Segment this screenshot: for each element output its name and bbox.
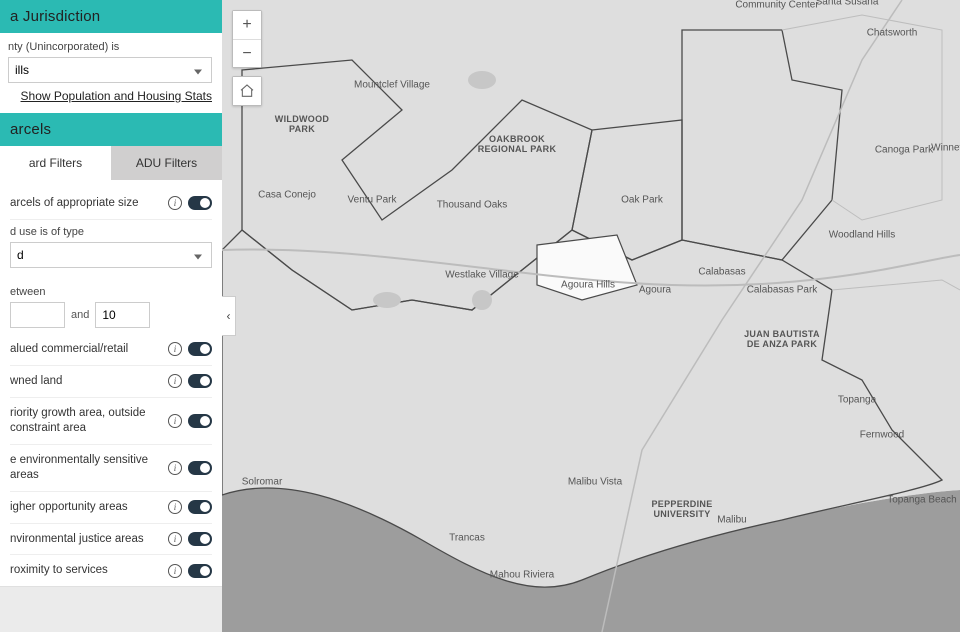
map-label: Thousand Oaks — [437, 200, 508, 211]
map-label: Canoga Park — [875, 145, 933, 156]
parcels-header: arcels — [0, 113, 222, 146]
jurisdiction-label: nty (Unincorporated) is — [8, 41, 212, 53]
toggle-6[interactable] — [188, 564, 212, 578]
map-label: Woodland Hills — [829, 230, 896, 241]
filter-acreage: etween and — [10, 280, 212, 328]
toggle-2[interactable] — [188, 414, 212, 428]
toggle-4[interactable] — [188, 500, 212, 514]
info-icon[interactable]: i — [168, 374, 182, 388]
toggle-0[interactable] — [188, 342, 212, 356]
filter-row-3: e environmentally sensitive areasi — [10, 444, 212, 491]
jurisdiction-header: a Jurisdiction — [0, 0, 222, 33]
map-label: Agoura Hills — [561, 280, 615, 291]
jurisdiction-body: nty (Unincorporated) is ills Show Popula… — [0, 33, 222, 113]
map-label: Calabasas — [698, 267, 745, 278]
filter-label: e environmentally sensitive areas — [10, 453, 168, 483]
map-label: JUAN BAUTISTA DE ANZA PARK — [742, 330, 822, 350]
filter-label: igher opportunity areas — [10, 500, 168, 515]
filter-appropriate-size: arcels of appropriate size i — [10, 188, 212, 219]
toggle-appropriate-size[interactable] — [188, 196, 212, 210]
acreage-label: etween — [10, 286, 212, 298]
info-icon[interactable]: i — [168, 461, 182, 475]
toggle-5[interactable] — [188, 532, 212, 546]
map-label: Malibu Vista — [568, 477, 622, 488]
acre-min-input[interactable] — [10, 302, 65, 328]
map-label: Mahou Riviera — [490, 570, 554, 581]
filter-label: arcels of appropriate size — [10, 196, 168, 211]
toggle-3[interactable] — [188, 461, 212, 475]
map-label: Mountclef Village — [354, 80, 430, 91]
info-icon[interactable]: i — [168, 532, 182, 546]
filter-row-1: wned landi — [10, 365, 212, 397]
filter-label: nvironmental justice areas — [10, 532, 168, 547]
home-button-group — [232, 76, 262, 106]
info-icon[interactable]: i — [168, 342, 182, 356]
zoom-out-button[interactable]: − — [233, 39, 261, 67]
map-label: Community Center — [735, 0, 818, 11]
map-label: Ventu Park — [348, 195, 397, 206]
home-button[interactable] — [233, 77, 261, 105]
map-area[interactable]: Mountclef Village WILDWOOD PARK Casa Conej… — [222, 0, 960, 632]
map-label: PEPPERDINE UNIVERSITY — [642, 500, 722, 520]
map-label: WILDWOOD PARK — [262, 115, 342, 135]
map-controls: + − — [232, 10, 262, 106]
map-label: OAKBROOK REGIONAL PARK — [477, 135, 557, 155]
filters-body: arcels of appropriate size i d use is of… — [0, 180, 222, 632]
info-icon[interactable]: i — [168, 196, 182, 210]
zoom-in-button[interactable]: + — [233, 11, 261, 39]
map-label: Oak Park — [621, 195, 663, 206]
landuse-label: d use is of type — [10, 226, 212, 238]
filter-row-4: igher opportunity areasi — [10, 491, 212, 523]
map-label: Malibu — [717, 515, 746, 526]
map-label: Casa Conejo — [258, 190, 316, 201]
home-icon — [239, 83, 255, 99]
landuse-select[interactable]: d — [10, 242, 212, 268]
zoom-group: + − — [232, 10, 262, 68]
jurisdiction-select[interactable]: ills — [8, 57, 212, 83]
map-label: Topanga Beach — [887, 495, 957, 506]
acre-and-label: and — [71, 309, 89, 321]
map-label: Winnetka — [931, 143, 960, 154]
map-label: Chatsworth — [867, 28, 918, 39]
map-label: Westlake Village — [445, 270, 519, 281]
filter-label: wned land — [10, 374, 168, 389]
sidebar: a Jurisdiction nty (Unincorporated) is i… — [0, 0, 222, 632]
population-stats-link[interactable]: Show Population and Housing Stats — [8, 89, 212, 103]
map-label: Agoura — [639, 285, 671, 296]
filter-tabs: ard Filters ADU Filters — [0, 146, 222, 180]
tab-standard-filters[interactable]: ard Filters — [0, 146, 111, 180]
info-icon[interactable]: i — [168, 500, 182, 514]
map-label: Santa Susana — [816, 0, 879, 8]
map-label: Solromar — [242, 477, 283, 488]
filter-row-6: roximity to servicesi — [10, 554, 212, 586]
acre-max-input[interactable] — [95, 302, 150, 328]
map-label: Trancas — [449, 533, 485, 544]
tab-adu-filters[interactable]: ADU Filters — [111, 146, 222, 180]
toggle-1[interactable] — [188, 374, 212, 388]
filters-remainder — [0, 586, 222, 632]
filter-label: riority growth area, outside constraint … — [10, 406, 168, 436]
sidebar-collapse-toggle[interactable]: ‹ — [222, 296, 236, 336]
info-icon[interactable]: i — [168, 414, 182, 428]
filter-row-5: nvironmental justice areasi — [10, 523, 212, 555]
filter-label: alued commercial/retail — [10, 342, 168, 357]
filter-land-use: d use is of type d — [10, 219, 212, 280]
map-svg — [222, 0, 960, 632]
info-icon[interactable]: i — [168, 564, 182, 578]
map-label: Calabasas Park — [747, 285, 818, 296]
map-label: Fernwood — [860, 430, 904, 441]
filter-label: roximity to services — [10, 563, 168, 578]
filter-row-2: riority growth area, outside constraint … — [10, 397, 212, 444]
map-label: Topanga — [838, 395, 876, 406]
filter-row-0: alued commercial/retaili — [10, 334, 212, 365]
